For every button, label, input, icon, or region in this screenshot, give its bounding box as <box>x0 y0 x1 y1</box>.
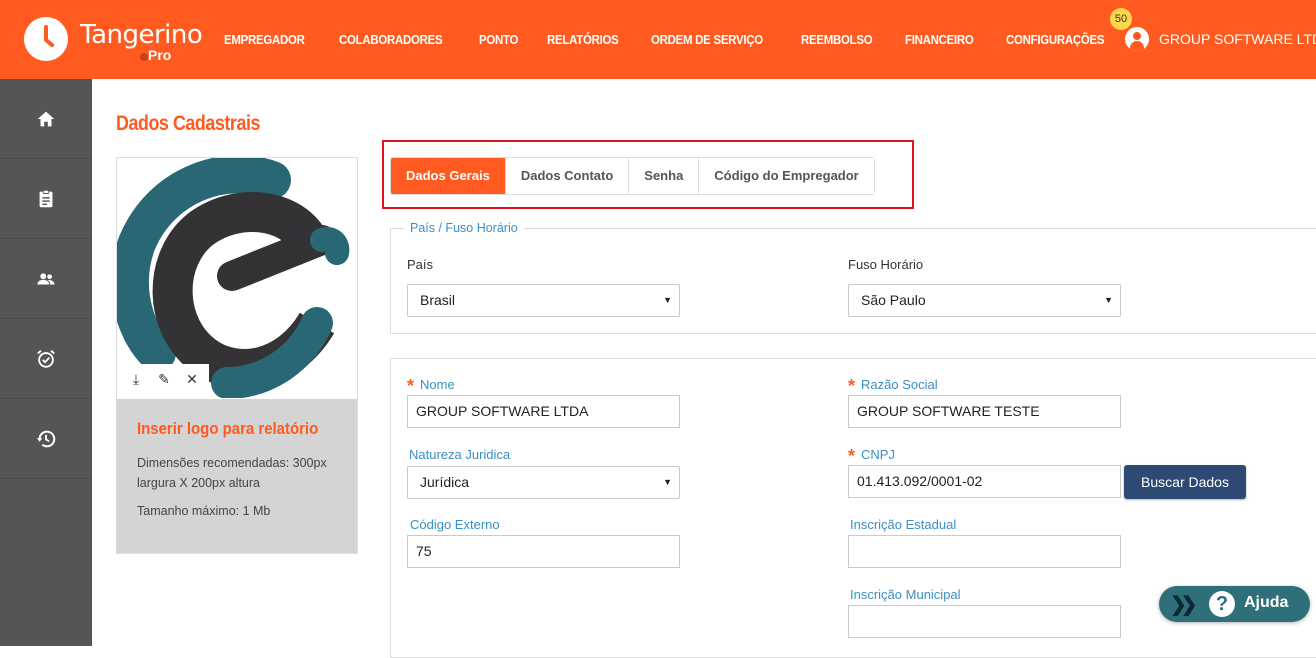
cnpj-label: * CNPJ <box>848 446 895 466</box>
company-logo-image[interactable] <box>117 158 357 398</box>
codigo-externo-input[interactable]: 75 <box>407 535 680 568</box>
inscricao-municipal-input[interactable] <box>848 605 1121 638</box>
question-icon: ? <box>1209 591 1235 617</box>
country-select-value: Brasil <box>420 292 456 308</box>
cnpj-input[interactable]: 01.413.092/0001-02 <box>848 465 1121 498</box>
history-icon <box>36 430 56 447</box>
natureza-label: Natureza Juridica <box>409 447 511 462</box>
nav-relatorios[interactable]: RELATÓRIOS <box>547 32 619 47</box>
download-icon[interactable]: ⤓ <box>127 371 145 388</box>
clipboard-icon <box>39 189 53 207</box>
natureza-select-value: Jurídica <box>420 474 470 490</box>
home-icon <box>37 111 55 126</box>
help-label: Ajuda <box>1244 594 1289 611</box>
inscricao-municipal-label: Inscrição Municipal <box>850 587 961 602</box>
page-title: Dados Cadastrais <box>116 112 260 135</box>
razao-social-label: * Razão Social <box>848 376 938 396</box>
logo-info-title[interactable]: Inserir logo para relatório <box>137 419 318 439</box>
tab-bar: Dados Gerais Dados Contato Senha Código … <box>390 157 875 195</box>
tab-dados-contato[interactable]: Dados Contato <box>506 158 630 194</box>
user-icon[interactable] <box>1125 27 1149 51</box>
required-asterisk-icon: * <box>848 376 856 396</box>
timezone-select-value: São Paulo <box>861 292 926 308</box>
sidebar-item-history[interactable] <box>0 399 92 479</box>
logo-info-dimensions: Dimensões recomendadas: 300px largura X … <box>137 456 327 490</box>
notification-badge[interactable]: 50 <box>1110 8 1132 30</box>
chevron-down-icon: ▼ <box>663 477 672 487</box>
nav-financeiro[interactable]: FINANCEIRO <box>905 32 974 47</box>
help-button[interactable]: ❯❯ ? Ajuda <box>1159 586 1310 622</box>
required-asterisk-icon: * <box>848 446 856 466</box>
timezone-select[interactable]: São Paulo ▼ <box>848 284 1121 317</box>
nav-ponto[interactable]: PONTO <box>479 32 518 47</box>
nome-label: * Nome <box>407 376 455 396</box>
user-name[interactable]: GROUP SOFTWARE LTDA <box>1159 31 1316 47</box>
top-bar: Tangerino Pro EMPREGADOR COLABORADORES P… <box>0 0 1316 79</box>
logo-card: ⤓ ✎ ✕ Inserir logo para relatório Dimens… <box>116 157 358 554</box>
tab-dados-gerais[interactable]: Dados Gerais <box>391 158 506 194</box>
nav-colaboradores[interactable]: COLABORADORES <box>339 32 443 47</box>
chevron-down-icon: ▼ <box>1104 295 1113 305</box>
brand-sub: Pro <box>148 47 172 63</box>
required-asterisk-icon: * <box>407 376 415 396</box>
nav-configuracoes[interactable]: CONFIGURAÇÕES <box>1006 32 1105 47</box>
timezone-group-legend: País / Fuso Horário <box>404 221 524 235</box>
sidebar-item-home[interactable] <box>0 79 92 159</box>
natureza-select[interactable]: Jurídica ▼ <box>407 466 680 499</box>
nav-empregador[interactable]: EMPREGADOR <box>224 32 305 47</box>
alarm-check-icon <box>37 349 55 368</box>
sidebar <box>0 79 92 646</box>
clock-logo-icon[interactable] <box>24 17 68 61</box>
tab-codigo-empregador[interactable]: Código do Empregador <box>699 158 873 194</box>
timezone-label: Fuso Horário <box>848 257 924 272</box>
chevron-down-icon: ▼ <box>663 295 672 305</box>
people-icon <box>37 272 55 284</box>
razao-social-input[interactable]: GROUP SOFTWARE TESTE <box>848 395 1121 428</box>
close-icon[interactable]: ✕ <box>183 371 201 388</box>
sidebar-item-clipboard[interactable] <box>0 159 92 239</box>
logo-info-max-size: Tamanho máximo: 1 Mb <box>137 504 271 518</box>
timezone-group: País / Fuso Horário <box>390 221 1316 334</box>
country-label: País <box>407 257 434 272</box>
nav-ordem-servico[interactable]: ORDEM DE SERVIÇO <box>651 32 763 47</box>
inscricao-estadual-label: Inscrição Estadual <box>850 517 957 532</box>
codigo-externo-label: Código Externo <box>410 517 500 532</box>
logo-info-panel: Inserir logo para relatório Dimensões re… <box>117 399 357 553</box>
country-select[interactable]: Brasil ▼ <box>407 284 680 317</box>
nav-reembolso[interactable]: REEMBOLSO <box>801 32 873 47</box>
double-chevron-right-icon[interactable]: ❯❯ <box>1170 592 1197 617</box>
nome-input[interactable]: GROUP SOFTWARE LTDA <box>407 395 680 428</box>
logo-tools: ⤓ ✎ ✕ <box>121 364 209 394</box>
tab-senha[interactable]: Senha <box>629 158 700 194</box>
brand-dot <box>140 53 148 61</box>
buscar-dados-button[interactable]: Buscar Dados <box>1124 465 1246 499</box>
sidebar-item-alarm[interactable] <box>0 319 92 399</box>
inscricao-estadual-input[interactable] <box>848 535 1121 568</box>
pencil-icon[interactable]: ✎ <box>155 371 173 388</box>
main-nav: EMPREGADOR COLABORADORES PONTO RELATÓRIO… <box>224 32 1141 47</box>
brand-name[interactable]: Tangerino <box>80 20 203 50</box>
sidebar-item-people[interactable] <box>0 239 92 319</box>
